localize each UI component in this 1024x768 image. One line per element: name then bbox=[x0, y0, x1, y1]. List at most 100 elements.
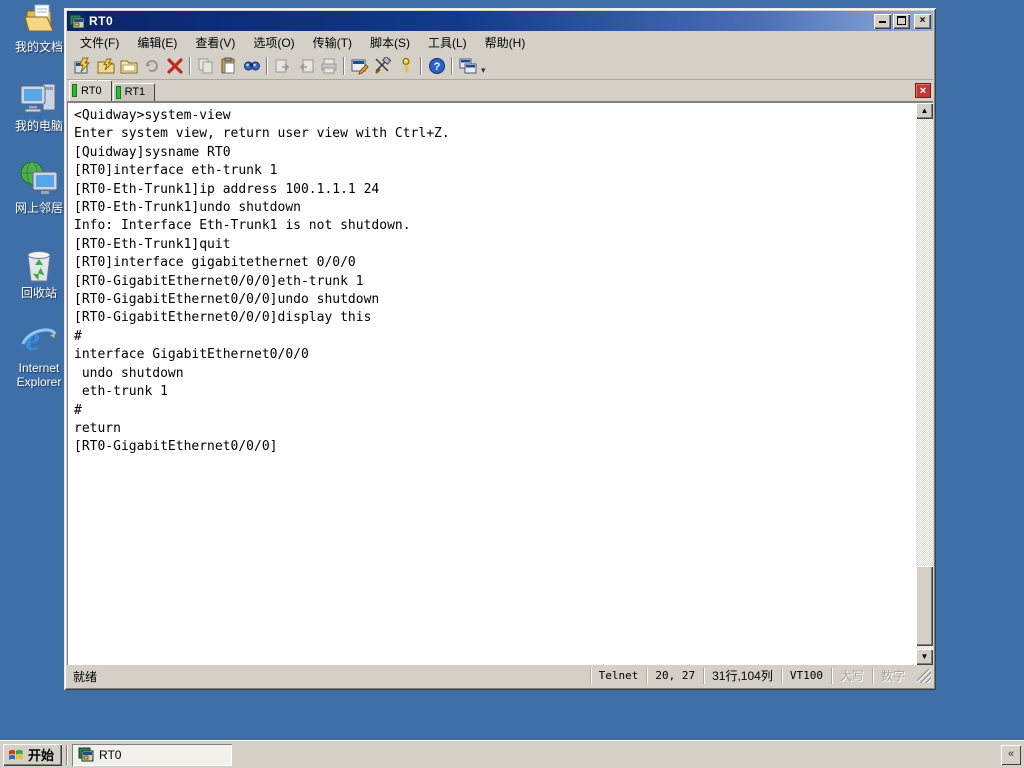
status-bar: 就绪 Telnet 20, 27 31行,104列 VT100 大写 数字 bbox=[67, 665, 933, 687]
receive-file-icon[interactable] bbox=[294, 56, 317, 77]
terminal-line: # bbox=[74, 328, 82, 344]
toolbar-separator bbox=[451, 57, 453, 75]
menu-bar: 文件(F) 编辑(E) 查看(V) 选项(O) 传输(T) 脚本(S) 工具(L) 帮助(H) bbox=[67, 31, 933, 53]
menu-item[interactable]: 帮助(H) bbox=[476, 32, 535, 53]
terminal-line: [RT0-GigabitEthernet0/0/0] bbox=[74, 439, 278, 455]
terminal-line: [RT0-GigabitEthernet0/0/0]display this bbox=[74, 310, 372, 326]
windows-logo-icon bbox=[9, 749, 23, 760]
toolbar: ? ▾ bbox=[67, 53, 933, 80]
terminal-line: [RT0]interface gigabitethernet 0/0/0 bbox=[74, 255, 356, 271]
menu-item[interactable]: 编辑(E) bbox=[128, 32, 186, 53]
maximize-button[interactable] bbox=[893, 13, 910, 29]
menu-item[interactable]: 传输(T) bbox=[304, 32, 361, 53]
terminal-line: [RT0-Eth-Trunk1]ip address 100.1.1.1 24 bbox=[74, 181, 380, 197]
reconnect-icon[interactable] bbox=[140, 56, 163, 77]
find-icon[interactable] bbox=[240, 56, 263, 77]
status-terminal-size: 31行,104列 bbox=[703, 668, 781, 684]
keygen-icon[interactable] bbox=[394, 56, 417, 77]
terminal-line: [RT0-Eth-Trunk1]undo shutdown bbox=[74, 200, 301, 216]
window-title: RT0 bbox=[89, 14, 114, 28]
help-icon[interactable]: ? bbox=[425, 56, 448, 77]
scrollbar-track[interactable] bbox=[916, 119, 933, 649]
status-num-lock: 数字 bbox=[871, 668, 913, 684]
tray-chevron-button[interactable]: « bbox=[1001, 744, 1021, 765]
terminal-line: [Quidway]sysname RT0 bbox=[74, 144, 231, 160]
vertical-scrollbar[interactable]: ▲ ▼ bbox=[916, 102, 933, 665]
status-ready: 就绪 bbox=[73, 669, 98, 684]
scroll-up-icon[interactable]: ▲ bbox=[916, 103, 933, 119]
session-tab-bar: RT0 RT1 × bbox=[67, 80, 933, 102]
maximize-icon bbox=[897, 15, 906, 25]
app-icon bbox=[69, 14, 85, 28]
resize-grip[interactable] bbox=[917, 669, 931, 683]
menu-item[interactable]: 选项(O) bbox=[244, 32, 303, 53]
tab-rt0[interactable]: RT0 bbox=[69, 80, 112, 101]
terminal-app-window: RT0 × 文件(F) 编辑(E) 查看(V) 选项(O) 传输(T) 脚本(S) 工具(L… bbox=[64, 8, 936, 690]
toolbar-separator bbox=[343, 57, 345, 75]
menu-item[interactable]: 工具(L) bbox=[419, 32, 476, 53]
close-tab-button[interactable]: × bbox=[915, 83, 931, 98]
status-emulation: VT100 bbox=[780, 668, 831, 684]
menu-item[interactable]: 文件(F) bbox=[71, 32, 128, 53]
terminal-output[interactable]: <Quidway>system-view Enter system view, r… bbox=[67, 102, 916, 665]
tab-label: RT0 bbox=[81, 84, 102, 97]
close-button[interactable]: × bbox=[914, 13, 931, 29]
client-area: <Quidway>system-view Enter system view, r… bbox=[67, 102, 933, 665]
connect-icon[interactable] bbox=[94, 56, 117, 77]
terminal-line: [RT0-GigabitEthernet0/0/0]eth-trunk 1 bbox=[74, 273, 364, 289]
svg-text:?: ? bbox=[433, 61, 440, 73]
internet-explorer-icon: e bbox=[21, 321, 57, 358]
taskbar: 开始 RT0 « bbox=[0, 740, 1024, 768]
disconnect-icon[interactable] bbox=[163, 56, 186, 77]
terminal-line: [RT0-GigabitEthernet0/0/0]undo shutdown bbox=[74, 292, 380, 308]
terminal-line: Info: Interface Eth-Trunk1 is not shutdo… bbox=[74, 218, 411, 234]
terminal-line: interface GigabitEthernet0/0/0 bbox=[74, 347, 309, 363]
status-caps-lock: 大写 bbox=[830, 668, 872, 684]
my-computer-icon bbox=[20, 83, 56, 113]
minimize-icon bbox=[879, 14, 886, 23]
status-protocol: Telnet bbox=[589, 668, 647, 684]
minimize-button[interactable] bbox=[874, 13, 891, 29]
terminal-line: [RT0-Eth-Trunk1]quit bbox=[74, 236, 231, 252]
global-options-icon[interactable] bbox=[371, 56, 394, 77]
connected-indicator-icon bbox=[73, 85, 76, 96]
start-button[interactable]: 开始 bbox=[3, 743, 63, 766]
toolbar-separator bbox=[266, 57, 268, 75]
terminal-line: Enter system view, return user view with… bbox=[74, 126, 450, 142]
my-documents-icon bbox=[24, 4, 54, 32]
tab-rt1[interactable]: RT1 bbox=[112, 83, 156, 101]
cascade-windows-icon[interactable] bbox=[456, 56, 479, 77]
network-places-icon bbox=[20, 161, 58, 194]
terminal-line: # bbox=[74, 402, 82, 418]
taskbar-divider bbox=[66, 744, 69, 765]
scroll-down-icon[interactable]: ▼ bbox=[916, 649, 933, 665]
copy-icon[interactable] bbox=[194, 56, 217, 77]
connected-indicator-icon bbox=[116, 86, 120, 98]
terminal-line: return bbox=[74, 420, 121, 436]
taskbar-button-rt0[interactable]: RT0 bbox=[72, 743, 233, 766]
start-label: 开始 bbox=[28, 748, 55, 763]
app-icon bbox=[78, 747, 94, 762]
window-titlebar[interactable]: RT0 × bbox=[67, 11, 933, 31]
svg-text:e: e bbox=[25, 321, 40, 358]
menu-item[interactable]: 查看(V) bbox=[186, 32, 244, 53]
recycle-bin-icon bbox=[27, 251, 51, 282]
terminal-line: <Quidway>system-view bbox=[74, 108, 231, 123]
tab-label: RT1 bbox=[124, 86, 146, 98]
session-options-icon[interactable] bbox=[348, 56, 371, 77]
terminal-line: [RT0]interface eth-trunk 1 bbox=[74, 163, 278, 179]
quick-connect-icon[interactable] bbox=[71, 56, 94, 77]
status-cursor-position: 20, 27 bbox=[646, 668, 703, 684]
sessions-folder-icon[interactable] bbox=[117, 56, 140, 77]
toolbar-separator bbox=[189, 57, 191, 75]
toolbar-overflow-chevron-icon[interactable]: ▾ bbox=[481, 65, 486, 77]
menu-item[interactable]: 脚本(S) bbox=[361, 32, 419, 53]
paste-icon[interactable] bbox=[217, 56, 240, 77]
terminal-line: eth-trunk 1 bbox=[74, 384, 168, 400]
print-icon[interactable] bbox=[317, 56, 340, 77]
toolbar-separator bbox=[420, 57, 422, 75]
scrollbar-thumb[interactable] bbox=[916, 566, 933, 646]
taskbar-button-label: RT0 bbox=[99, 747, 122, 762]
send-file-icon[interactable] bbox=[271, 56, 294, 77]
terminal-line: undo shutdown bbox=[74, 365, 184, 381]
